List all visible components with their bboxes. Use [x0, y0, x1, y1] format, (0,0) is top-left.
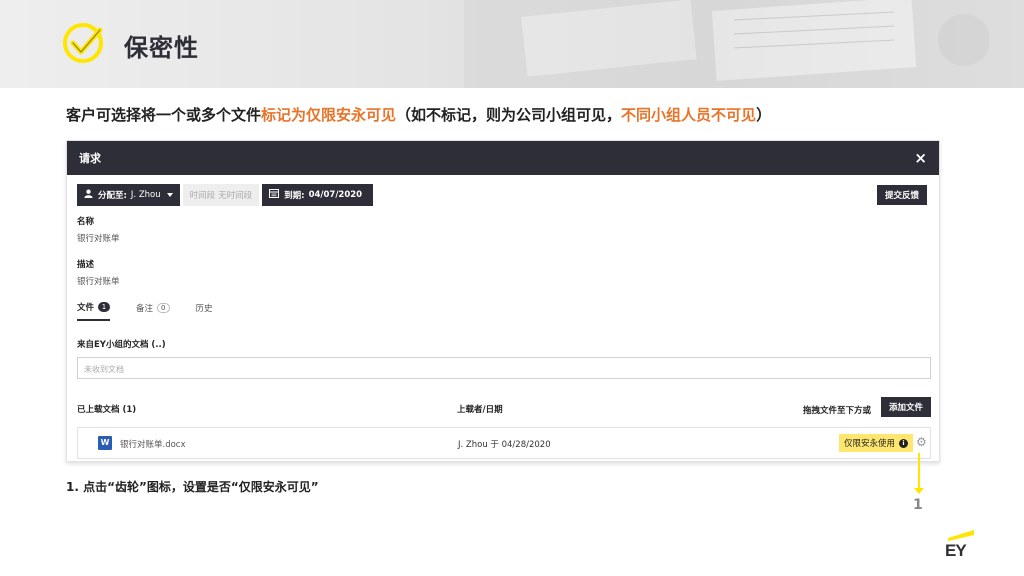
- submit-feedback-button[interactable]: 提交反馈: [876, 185, 927, 205]
- check-badge-icon: [63, 23, 103, 63]
- ey-logo-text: EY: [945, 541, 967, 560]
- ey-only-badge: 仅限安永使用 i: [839, 434, 914, 452]
- subtitle-highlight: 标记为仅限安永可见: [261, 106, 397, 124]
- uploaded-docs-label: 已上载文档 (1): [77, 405, 137, 415]
- tab-history[interactable]: 历史: [196, 301, 213, 321]
- callout-number: 1: [913, 497, 923, 513]
- tab-files[interactable]: 文件 1: [77, 301, 111, 321]
- slide-banner: 保密性: [0, 0, 1024, 88]
- add-file-button[interactable]: 添加文件: [880, 397, 931, 417]
- period-value: 无时间段: [218, 191, 253, 201]
- dialog-header: 请求 ×: [67, 141, 939, 175]
- assign-label: 分配至:: [98, 191, 127, 201]
- banner-background-graphic: [464, 0, 1024, 88]
- tab-label: 文件: [77, 303, 95, 313]
- gear-icon[interactable]: ⚙: [916, 436, 927, 448]
- request-toolbar: 分配至: J. Zhou 时间段 无时间段 到期: 04/07/2020: [77, 184, 374, 206]
- description-value: 银行对账单: [77, 277, 120, 287]
- due-label: 到期:: [284, 191, 305, 201]
- subtitle-part: 客户可选择将一个或多个文件: [66, 106, 262, 124]
- tab-notes[interactable]: 备注 0: [136, 301, 170, 321]
- subtitle-part: （如不标记，则为公司小组可见，: [396, 106, 622, 124]
- callout-line: [918, 453, 920, 489]
- request-dialog: 请求 × 分配至: J. Zhou 时间段 无时间段 到期: 04/07/202…: [66, 140, 940, 462]
- dialog-tabs: 文件 1 备注 0 历史: [77, 301, 213, 321]
- uploader-column-header: 上载者/日期: [457, 405, 503, 415]
- due-value: 04/07/2020: [308, 190, 363, 200]
- assign-dropdown[interactable]: 分配至: J. Zhou: [77, 184, 180, 206]
- uploader-date: J. Zhou 于 04/28/2020: [458, 440, 551, 450]
- files-count-badge: 1: [98, 302, 111, 312]
- ey-docs-label: 来自EY小组的文档 (..): [77, 340, 166, 350]
- period-selector[interactable]: 时间段 无时间段: [182, 184, 260, 206]
- callout-arrow-icon: [914, 488, 924, 494]
- dialog-title: 请求: [79, 152, 101, 165]
- due-date-picker[interactable]: 到期: 04/07/2020: [262, 184, 374, 206]
- subtitle-part: ）: [756, 106, 772, 124]
- slide-title: 保密性: [124, 34, 199, 62]
- slide-subtitle: 客户可选择将一个或多个文件标记为仅限安永可见（如不标记，则为公司小组可见，不同小…: [66, 104, 771, 125]
- word-document-icon: W: [98, 436, 112, 450]
- chevron-down-icon: [166, 193, 173, 197]
- step-note: 1. 点击“齿轮”图标，设置是否“仅限安永可见”: [66, 480, 319, 494]
- subtitle-highlight: 不同小组人员不可见: [621, 106, 757, 124]
- user-icon: [84, 189, 93, 201]
- name-label: 名称: [77, 217, 95, 227]
- name-value: 银行对账单: [77, 234, 120, 244]
- file-name-link[interactable]: 银行对账单.docx: [120, 438, 186, 450]
- description-label: 描述: [77, 260, 95, 270]
- tab-label: 历史: [195, 304, 213, 314]
- notes-count-badge: 0: [157, 303, 170, 313]
- info-icon[interactable]: i: [899, 438, 909, 448]
- ey-only-label: 仅限安永使用: [844, 439, 896, 449]
- assign-value: J. Zhou: [130, 190, 161, 200]
- close-icon[interactable]: ×: [914, 150, 927, 166]
- table-row[interactable]: W 银行对账单.docx J. Zhou 于 04/28/2020 仅限安永使用…: [77, 427, 931, 459]
- tab-label: 备注: [136, 304, 154, 314]
- ey-docs-list: 未收到文档: [77, 357, 931, 379]
- calendar-icon: [269, 189, 280, 201]
- drag-hint: 拖拽文件至下方或: [802, 406, 871, 416]
- period-label: 时间段: [189, 191, 216, 201]
